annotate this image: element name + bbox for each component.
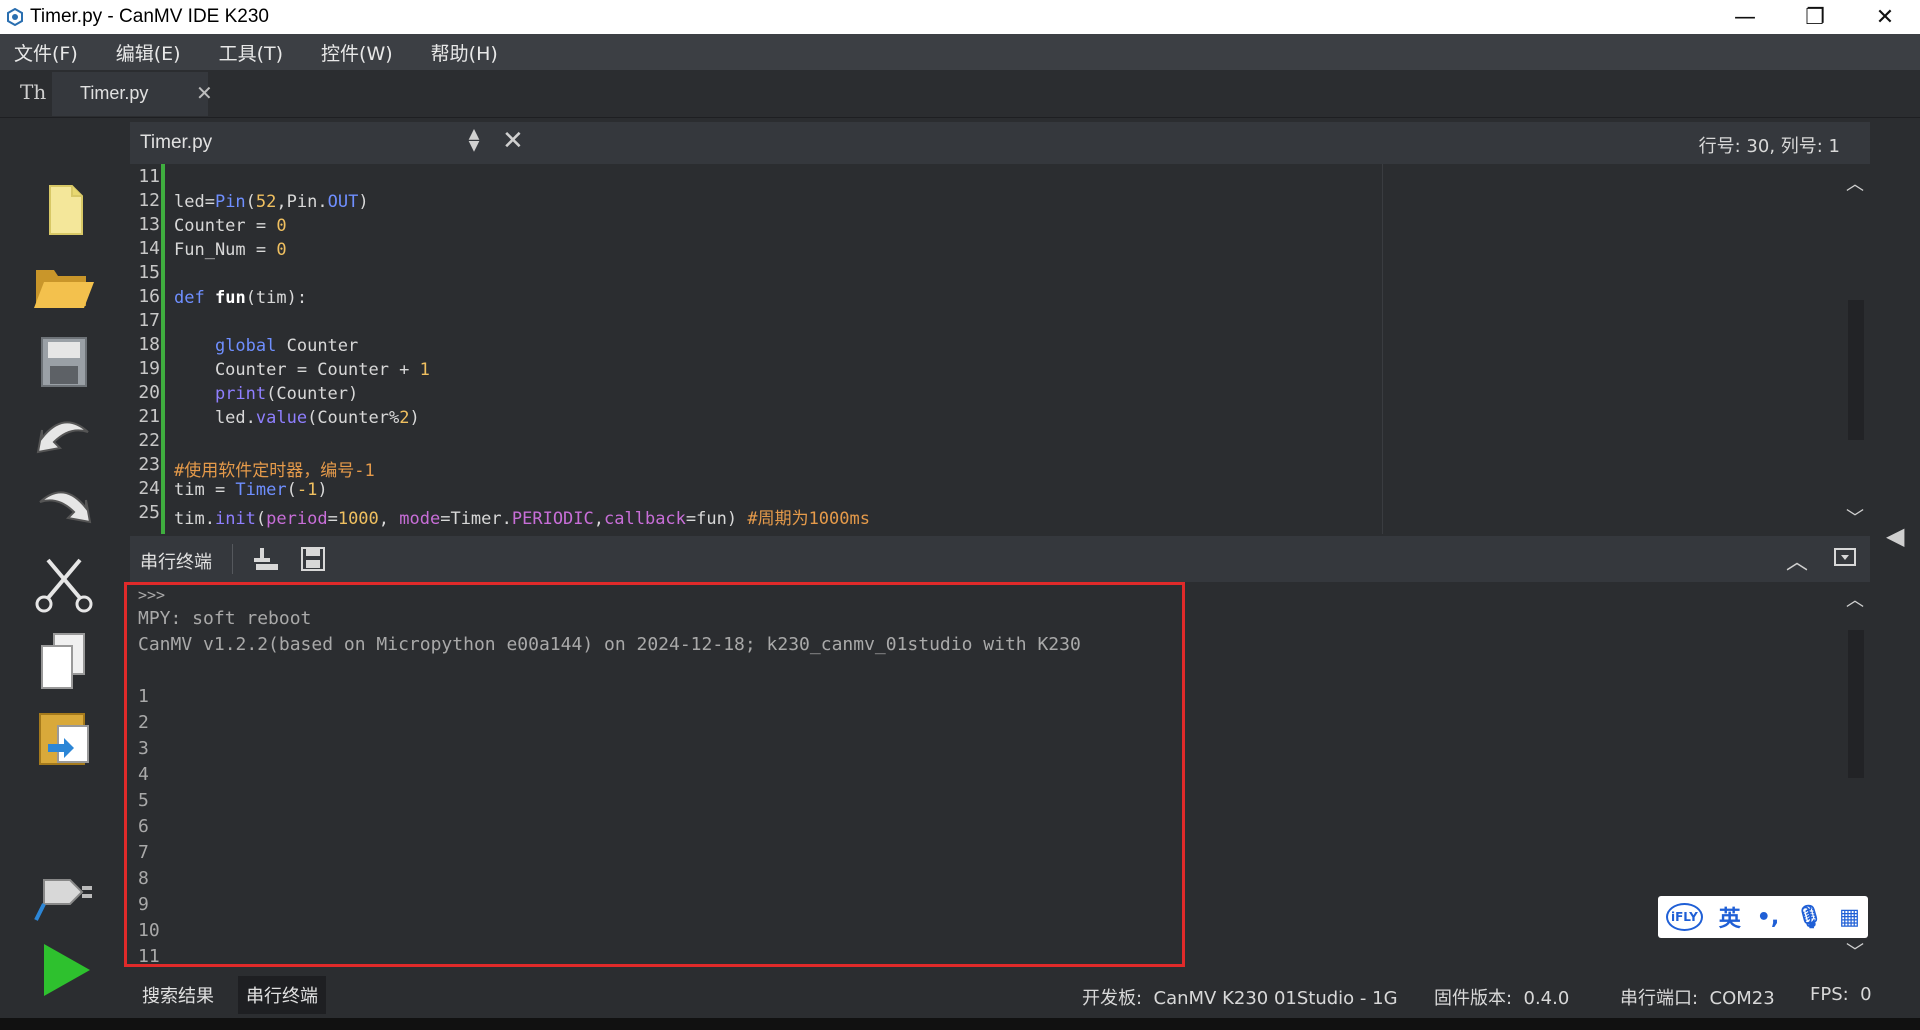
microphone-icon[interactable]: 🎙	[1795, 905, 1823, 930]
code-line-18: global Counter	[214, 336, 359, 356]
ifly-icon[interactable]: iFLY	[1666, 903, 1703, 931]
window-title: Timer.py - CanMV IDE K230	[30, 6, 269, 27]
minimize-button[interactable]: —	[1710, 0, 1780, 34]
code-line-19: Counter = Counter + 1	[174, 360, 430, 380]
code-line-24: tim = Timer(-1)	[174, 480, 328, 500]
serial-port: 串行端口: COM23	[1620, 988, 1775, 1009]
close-editor-icon[interactable]: ✕	[502, 126, 524, 156]
menu-file[interactable]: 文件(F)	[8, 39, 84, 66]
code-line-23: #使用软件定时器，编号-1	[174, 461, 375, 481]
maximize-terminal-icon[interactable]: ︿	[1786, 544, 1808, 576]
clear-terminal-icon[interactable]	[250, 546, 280, 572]
title-bar: Timer.py - CanMV IDE K230 — ❐ ✕	[0, 0, 1920, 34]
app-logo-icon	[7, 8, 23, 26]
terminal-scroll-thumb[interactable]	[1848, 630, 1864, 778]
ime-toolbar[interactable]: iFLY 英 •, 🎙 ▦	[1658, 896, 1868, 938]
line-number: 16	[138, 286, 160, 307]
apps-grid-icon[interactable]: ▦	[1839, 905, 1860, 930]
line-number: 17	[138, 310, 160, 331]
file-switch-icon[interactable]: ▲ ▼	[464, 127, 484, 153]
tab-label[interactable]: Timer.py	[80, 83, 148, 104]
code-line-20: print(Counter)	[214, 384, 359, 404]
left-toolbar	[0, 118, 128, 1030]
punctuation-icon[interactable]: •,	[1757, 905, 1779, 930]
code-line-14: Fun_Num = 0	[174, 240, 287, 260]
line-number: 13	[138, 214, 160, 235]
firmware-version: 固件版本: 0.4.0	[1434, 988, 1570, 1009]
line-number: 18	[138, 334, 160, 355]
line-number: 21	[138, 406, 160, 427]
tab-close-icon[interactable]: ✕	[196, 81, 213, 105]
status-bar: 搜索结果 串行终端 开发板: CanMV K230 01Studio - 1G …	[130, 972, 1920, 1018]
text-format-icon[interactable]: Th	[20, 80, 46, 104]
line-number: 19	[138, 358, 160, 379]
minimize-terminal-icon[interactable]	[1834, 546, 1856, 568]
board-info: 开发板: CanMV K230 01Studio - 1G	[1082, 988, 1398, 1009]
save-icon[interactable]	[30, 328, 98, 396]
line-number: 25	[138, 502, 160, 523]
code-line-21: led.value(Counter%2)	[174, 408, 420, 428]
change-marker-bar	[161, 164, 165, 534]
terminal-title: 串行终端	[140, 552, 212, 573]
save-log-icon[interactable]	[300, 546, 326, 572]
line-number: 12	[138, 190, 160, 211]
line-number: 24	[138, 478, 160, 499]
code-line-12: led=Pin(52,Pin.OUT)	[174, 192, 369, 212]
menu-bar: 文件(F) 编辑(E) 工具(T) 控件(W) 帮助(H)	[0, 34, 1920, 70]
language-toggle[interactable]: 英	[1719, 901, 1741, 933]
menu-help[interactable]: 帮助(H)	[425, 39, 504, 66]
restore-button[interactable]: ❐	[1780, 0, 1850, 34]
cursor-position: 行号: 30, 列号: 1	[1698, 136, 1840, 157]
undo-icon[interactable]	[30, 404, 98, 472]
fps-counter: FPS: 0	[1810, 984, 1872, 1005]
terminal-header: 串行终端 ︿	[130, 536, 1870, 582]
code-line-16: def fun(tim):	[174, 288, 308, 308]
scroll-up-icon[interactable]: ︿	[1846, 170, 1864, 196]
right-panel-edge: ◀	[1870, 118, 1920, 1030]
connect-icon[interactable]	[30, 858, 98, 926]
scroll-up-icon[interactable]: ︿	[1846, 586, 1864, 612]
editor-scroll-thumb[interactable]	[1848, 300, 1864, 440]
menu-edit[interactable]: 编辑(E)	[110, 39, 187, 66]
paste-icon[interactable]	[30, 704, 98, 772]
line-number: 14	[138, 238, 160, 259]
copy-icon[interactable]	[30, 628, 98, 696]
line-number: 22	[138, 430, 160, 451]
code-line-13: Counter = 0	[174, 216, 287, 236]
code-editor[interactable]: 11 12 13 14 15 16 17 18 19 20 21 22 23 2…	[130, 164, 1870, 534]
code-line-25: tim.init(period=1000, mode=Timer.PERIODI…	[174, 509, 870, 529]
tab-search-results[interactable]: 搜索结果	[134, 976, 222, 1014]
close-window-button[interactable]: ✕	[1850, 0, 1920, 34]
open-folder-icon[interactable]	[30, 250, 98, 318]
redo-icon[interactable]	[30, 474, 98, 542]
editor-scrollbar[interactable]: ︿ ﹀	[1842, 164, 1870, 534]
new-file-icon[interactable]	[30, 176, 98, 244]
file-tab-bar: Th Timer.py ✕	[0, 70, 1920, 118]
expand-panel-icon[interactable]: ◀	[1886, 522, 1904, 550]
line-number: 23	[138, 454, 160, 475]
divider	[232, 544, 233, 574]
taskbar-edge	[0, 1018, 1920, 1030]
line-number: 20	[138, 382, 160, 403]
editor-divider	[1382, 164, 1383, 534]
cut-icon[interactable]	[30, 550, 98, 618]
line-number: 15	[138, 262, 160, 283]
line-number-gutter: 11 12 13 14 15 16 17 18 19 20 21 22 23 2…	[130, 164, 162, 534]
highlight-box	[124, 582, 1185, 967]
scroll-down-icon[interactable]: ﹀	[1846, 504, 1864, 530]
menu-tools[interactable]: 工具(T)	[213, 39, 289, 66]
run-icon[interactable]	[30, 936, 98, 1004]
line-number: 11	[138, 166, 160, 187]
scroll-down-icon[interactable]: ﹀	[1846, 938, 1864, 964]
tab-serial-terminal[interactable]: 串行终端	[238, 976, 326, 1014]
menu-widgets[interactable]: 控件(W)	[315, 39, 399, 66]
editor-file-name: Timer.py	[140, 132, 213, 153]
editor-header: Timer.py ▲ ▼ ✕ 行号: 30, 列号: 1	[130, 122, 1870, 164]
